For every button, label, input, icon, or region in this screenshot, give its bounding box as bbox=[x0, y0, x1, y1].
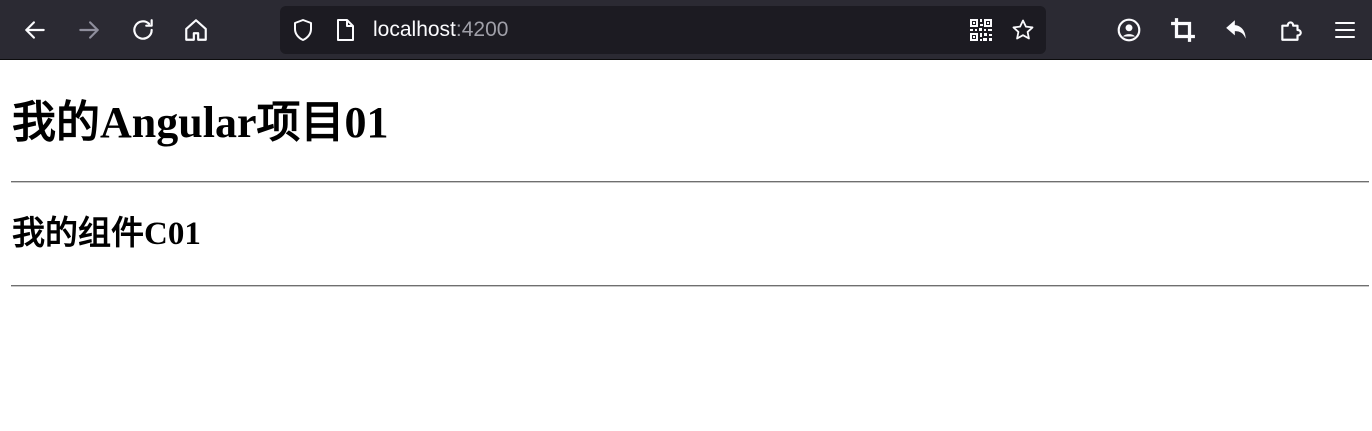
bookmark-star-icon bbox=[1012, 19, 1034, 40]
qr-code-button[interactable] bbox=[969, 18, 993, 42]
reload-button[interactable] bbox=[125, 12, 161, 48]
url-host: localhost bbox=[373, 18, 456, 41]
qr-code-icon bbox=[970, 19, 992, 41]
reload-icon bbox=[133, 19, 153, 40]
forward-button[interactable] bbox=[71, 12, 107, 48]
page-heading: 我的Angular项目01 bbox=[12, 98, 389, 147]
tracking-protection-button[interactable] bbox=[291, 18, 315, 42]
extensions-button[interactable] bbox=[1273, 12, 1309, 48]
url-port: :4200 bbox=[455, 18, 509, 41]
menu-icon bbox=[1335, 22, 1355, 38]
shield-icon bbox=[294, 19, 312, 41]
page-content: 我的Angular项目01 我的组件C01 bbox=[0, 61, 1372, 431]
site-info-button[interactable] bbox=[333, 18, 357, 42]
back-button[interactable] bbox=[17, 12, 53, 48]
forward-arrow-icon bbox=[79, 21, 99, 39]
url-bar[interactable]: localhost:4200 bbox=[280, 6, 1046, 54]
bookmark-button[interactable] bbox=[1011, 18, 1035, 42]
component-heading: 我的组件C01 bbox=[12, 216, 201, 252]
back-arrow-icon bbox=[25, 21, 45, 39]
divider-1 bbox=[11, 181, 1369, 183]
account-icon bbox=[1117, 18, 1141, 42]
extensions-icon bbox=[1281, 21, 1302, 41]
home-button[interactable] bbox=[178, 12, 214, 48]
divider-2 bbox=[11, 285, 1369, 287]
undo-button[interactable] bbox=[1219, 12, 1255, 48]
screenshot-button[interactable] bbox=[1165, 12, 1201, 48]
crop-icon bbox=[1171, 18, 1195, 42]
home-icon bbox=[185, 19, 207, 41]
browser-toolbar: localhost:4200 bbox=[0, 0, 1372, 60]
account-button[interactable] bbox=[1111, 12, 1147, 48]
undo-icon bbox=[1226, 20, 1246, 39]
url-text[interactable]: localhost:4200 bbox=[373, 18, 508, 42]
app-menu-button[interactable] bbox=[1327, 12, 1363, 48]
page-icon bbox=[337, 19, 354, 41]
